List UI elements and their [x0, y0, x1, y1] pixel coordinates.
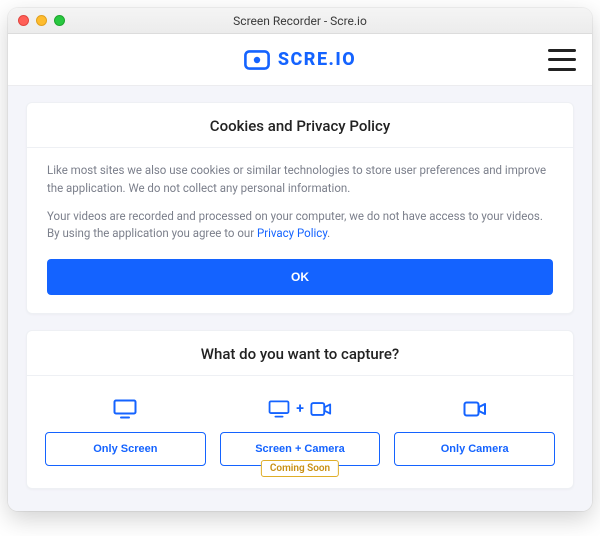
plus-icon: + [296, 401, 304, 417]
logo[interactable]: SCRE.IO [244, 49, 356, 70]
capture-option-both: + Screen + Camera Coming Soon [220, 394, 381, 466]
minimize-icon[interactable] [36, 15, 47, 26]
privacy-policy-link[interactable]: Privacy Policy [257, 226, 327, 240]
only-camera-button[interactable]: Only Camera [394, 432, 555, 466]
capture-options: Only Screen + Screen + Ca [27, 376, 573, 488]
close-icon[interactable] [18, 15, 29, 26]
content-area: Cookies and Privacy Policy Like most sit… [8, 86, 592, 511]
cookies-paragraph-2: Your videos are recorded and processed o… [47, 208, 553, 244]
coming-soon-badge: Coming Soon [261, 460, 339, 477]
only-screen-button[interactable]: Only Screen [45, 432, 206, 466]
cookies-heading: Cookies and Privacy Policy [27, 103, 573, 148]
cookies-paragraph-1: Like most sites we also use cookies or s… [47, 162, 553, 198]
cookies-body: Like most sites we also use cookies or s… [27, 148, 573, 313]
menu-icon[interactable] [548, 49, 576, 71]
capture-option-screen: Only Screen [45, 394, 206, 466]
app-window: Screen Recorder - Scre.io SCRE.IO Cookie… [8, 8, 592, 511]
screen-icon [113, 394, 137, 424]
titlebar: Screen Recorder - Scre.io [8, 8, 592, 34]
capture-heading: What do you want to capture? [27, 331, 573, 376]
logo-icon [244, 50, 270, 70]
camera-icon [463, 394, 487, 424]
capture-option-camera: Only Camera [394, 394, 555, 466]
capture-card: What do you want to capture? Only Screen [26, 330, 574, 489]
screen-camera-icon: + [268, 394, 332, 424]
window-title: Screen Recorder - Scre.io [8, 14, 592, 28]
cookies-card: Cookies and Privacy Policy Like most sit… [26, 102, 574, 314]
topbar: SCRE.IO [8, 34, 592, 86]
logo-text: SCRE.IO [278, 49, 356, 70]
ok-button[interactable]: OK [47, 259, 553, 295]
maximize-icon[interactable] [54, 15, 65, 26]
window-controls [18, 15, 65, 26]
